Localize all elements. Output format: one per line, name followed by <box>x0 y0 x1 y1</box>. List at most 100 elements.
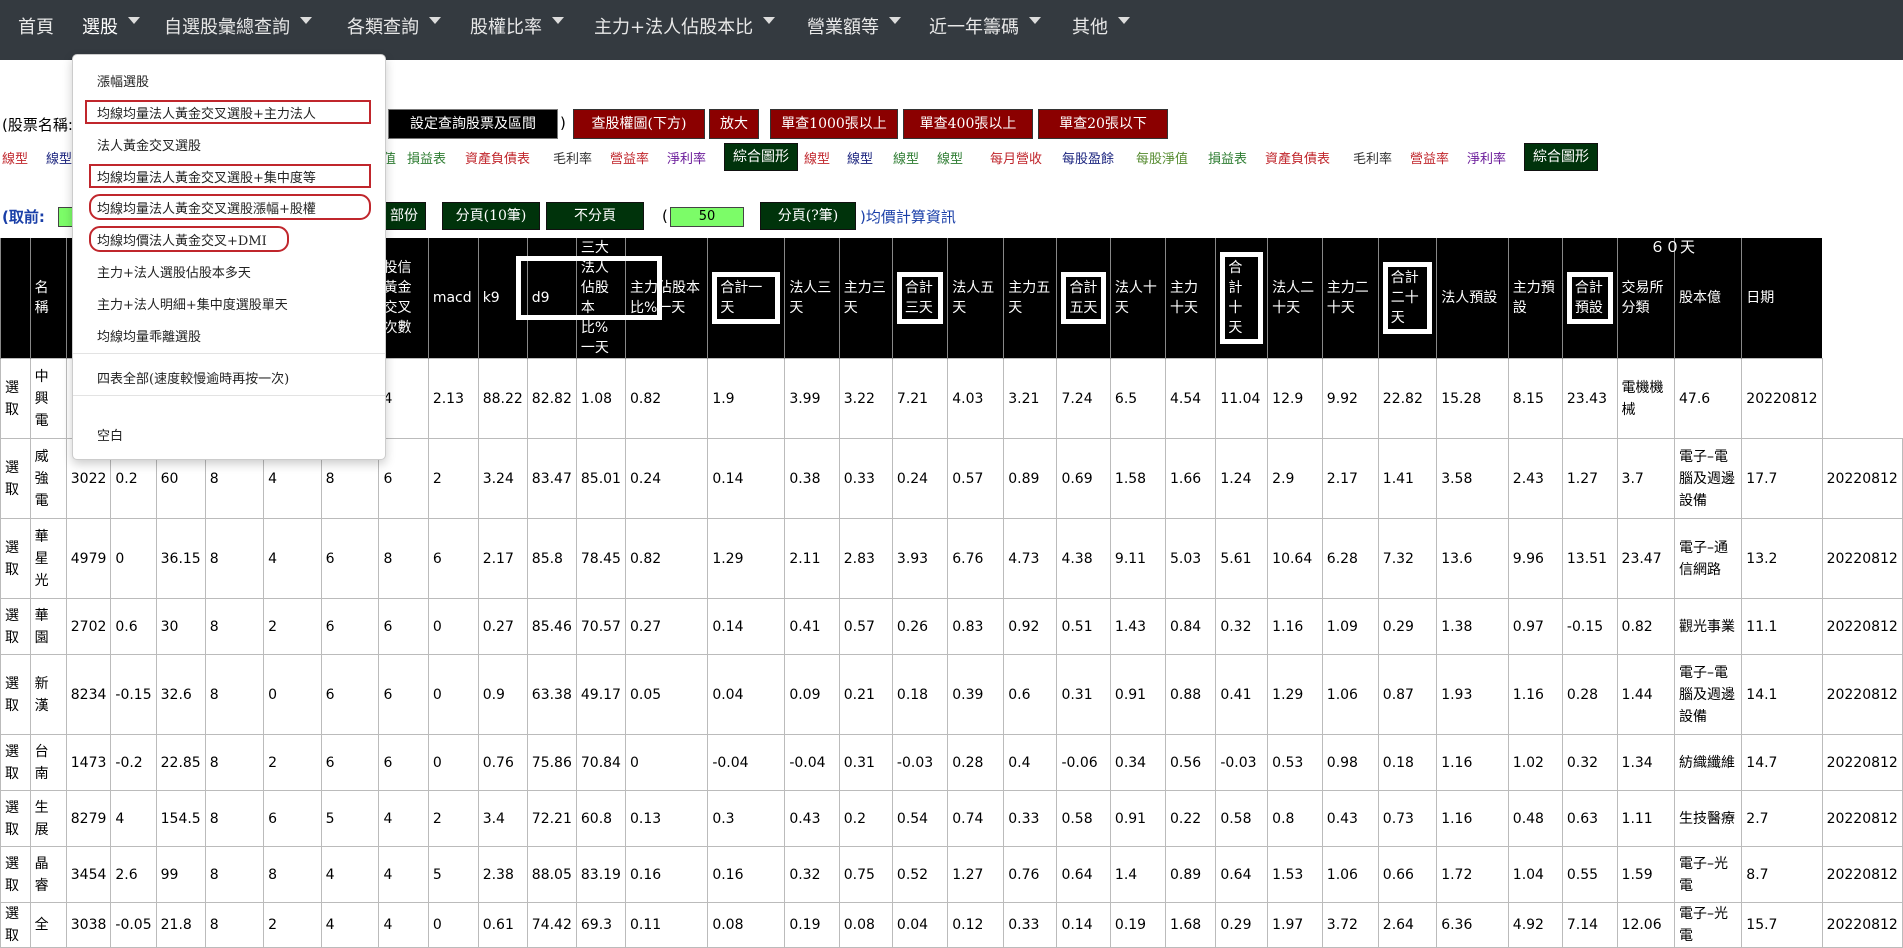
link-net-margin[interactable]: 淨利率 <box>667 148 706 167</box>
link-net-margin[interactable]: 淨利率 <box>1467 148 1506 167</box>
table-cell: -0.03 <box>891 734 949 791</box>
link-line-chart[interactable]: 線型 <box>804 148 830 167</box>
table-cell: 0.33 <box>1003 902 1058 948</box>
dd-item-blank[interactable]: 空白 <box>97 425 123 444</box>
table-cell: 0.09 <box>784 654 840 735</box>
no-page-button[interactable]: 不分頁 <box>546 202 644 230</box>
zoom-button[interactable]: 放大 <box>709 109 759 139</box>
dd-item-main-single-day[interactable]: 主力+法人明細+集中度選股單天 <box>97 294 288 313</box>
table-cell: 1.68 <box>1164 902 1217 948</box>
table-cell: 6 <box>427 518 479 599</box>
column-header-label: 合計十天 <box>1220 252 1264 344</box>
select-cell[interactable]: 選取 <box>0 846 31 903</box>
table-cell: 8.15 <box>1507 358 1563 439</box>
link-gross-margin[interactable]: 毛利率 <box>553 148 592 167</box>
table-cell: 2 <box>263 902 322 948</box>
dd-item-golden[interactable]: 法人黃金交叉選股 <box>97 135 201 154</box>
column-header-label: 法人十天 <box>1114 280 1157 316</box>
set-query-button[interactable]: 設定查詢股票及區間 <box>388 109 558 139</box>
column-header-label: 法人五天 <box>952 280 995 316</box>
select-cell[interactable]: 選取 <box>0 438 31 519</box>
select-cell[interactable]: 選取 <box>0 358 31 439</box>
nav-queries[interactable]: 各類查詢 <box>347 0 441 60</box>
table-cell: 8 <box>204 654 265 735</box>
table-cell: 20220812 <box>1741 358 1823 439</box>
table-cell: 5.03 <box>1164 518 1217 599</box>
link-balance-sheet[interactable]: 資產負債表 <box>1265 148 1330 167</box>
table-cell: 全 <box>29 902 67 948</box>
page-10-button[interactable]: 分頁(10筆) <box>442 202 540 230</box>
table-row: 選取全 3038 -0.05 21.8 8 2 4 4 0 0.61 74.42 69.3 0.11 0.… <box>0 902 1903 948</box>
link-gross-margin[interactable]: 毛利率 <box>1353 148 1392 167</box>
nav-equity-ratio[interactable]: 股權比率 <box>470 0 564 60</box>
query-1000-button[interactable]: 單查1000張以上 <box>770 109 898 139</box>
link-monthly-revenue[interactable]: 每月營收 <box>990 148 1042 167</box>
table-cell: 99 <box>155 846 206 903</box>
link-eps[interactable]: 每股盈餘 <box>1062 148 1114 167</box>
link-operating-margin[interactable]: 營益率 <box>1410 148 1449 167</box>
dd-item-golden-rise-equity[interactable]: 均線均量法人黃金交叉選股漲幅+股權 <box>97 198 316 217</box>
select-cell[interactable]: 選取 <box>0 598 31 655</box>
table-cell: 8 <box>204 902 265 948</box>
table-cell: 0.82 <box>624 518 709 599</box>
link-income-statement[interactable]: 損益表 <box>1208 148 1247 167</box>
table-cell: 85.8 <box>526 518 577 599</box>
combo-chart-button[interactable]: 綜合圖形 <box>1524 143 1598 171</box>
page-custom-button[interactable]: 分頁(?筆) <box>760 202 856 230</box>
table-cell: 0.43 <box>1321 790 1379 847</box>
nav-home[interactable]: 首頁 <box>18 0 54 60</box>
link-line-chart[interactable]: 線型 <box>937 148 963 167</box>
page-size-input[interactable]: 50 <box>670 207 744 227</box>
combo-chart-button[interactable]: 綜合圖形 <box>724 143 798 171</box>
select-cell[interactable]: 選取 <box>0 902 31 948</box>
nav-revenue[interactable]: 營業額等 <box>807 0 901 60</box>
part-button[interactable]: 部份 <box>382 202 426 230</box>
table-cell: 9.11 <box>1109 518 1166 599</box>
chevron-down-icon <box>300 16 312 24</box>
dd-item-golden-dmi[interactable]: 均線均價法人黃金交叉+DMI <box>97 230 267 249</box>
dd-item-bias[interactable]: 均線均量乖離選股 <box>97 326 201 345</box>
link-line-chart[interactable]: 線型 <box>2 148 28 167</box>
column-header: 名稱 <box>29 238 67 359</box>
select-cell[interactable]: 選取 <box>0 654 31 735</box>
link-balance-sheet[interactable]: 資產負債表 <box>465 148 530 167</box>
column-header-label: macd <box>432 290 472 306</box>
dd-item-rise[interactable]: 漲幅選股 <box>97 71 149 90</box>
select-cell[interactable]: 選取 <box>0 790 31 847</box>
avg-price-link-label[interactable]: 均價計算資訊 <box>866 208 956 226</box>
table-cell: 20220812 <box>1821 790 1903 847</box>
table-cell: 8234 <box>65 654 112 735</box>
nav-main-force[interactable]: 主力+法人佔股本比 <box>594 0 776 60</box>
column-header-label: 主力三天 <box>843 280 886 316</box>
query-20-button[interactable]: 單查20張以下 <box>1038 109 1168 139</box>
nav-stock-select[interactable]: 選股 <box>82 0 140 60</box>
table-cell: 3.21 <box>1003 358 1058 439</box>
table-cell: 4.92 <box>1507 902 1563 948</box>
link-line-chart[interactable]: 線型 <box>847 148 873 167</box>
dd-item-golden-concentration[interactable]: 均線均量法人黃金交叉選股+集中度等 <box>97 167 316 186</box>
table-cell: 74.42 <box>526 902 577 948</box>
table-cell: 23.47 <box>1616 518 1676 599</box>
link-operating-margin[interactable]: 營益率 <box>610 148 649 167</box>
table-cell: 6 <box>320 734 380 791</box>
equity-chart-button[interactable]: 查股權圖(下方) <box>573 109 705 139</box>
table-cell: 0.63 <box>1561 790 1618 847</box>
dd-item-all-four[interactable]: 四表全部(速度較慢逾時再按一次) <box>97 368 289 387</box>
dd-item-golden-main[interactable]: 均線均量法人黃金交叉選股+主力法人 <box>97 103 316 122</box>
avg-price-link[interactable]: )均價計算資訊 <box>860 206 956 227</box>
link-line-chart[interactable]: 線型 <box>46 148 72 167</box>
nav-other[interactable]: 其他 <box>1072 0 1130 60</box>
table-cell: 6 <box>378 654 429 735</box>
table-cell: 70.57 <box>575 598 626 655</box>
link-line-chart[interactable]: 線型 <box>893 148 919 167</box>
query-400-button[interactable]: 單查400張以上 <box>903 109 1033 139</box>
nav-custom-summary[interactable]: 自選股彙總查詢 <box>164 0 312 60</box>
select-cell[interactable]: 選取 <box>0 734 31 791</box>
table-cell: 華星光 <box>29 518 67 599</box>
link-nav-per-share[interactable]: 每股淨值 <box>1136 148 1188 167</box>
column-header-label: 股本億 <box>1679 290 1721 306</box>
dd-item-main-multi-day[interactable]: 主力+法人選股佔股本多天 <box>97 262 251 281</box>
nav-chips-year[interactable]: 近一年籌碼 <box>929 0 1041 60</box>
link-income-statement[interactable]: 損益表 <box>407 148 446 167</box>
select-cell[interactable]: 選取 <box>0 518 31 599</box>
